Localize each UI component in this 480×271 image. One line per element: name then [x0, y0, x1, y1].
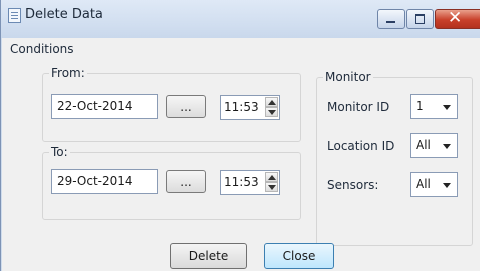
conditions-label: Conditions — [10, 42, 74, 56]
from-date-picker-button[interactable]: ... — [166, 95, 206, 118]
chevron-down-icon — [443, 105, 451, 110]
title-bar[interactable]: Delete Data ✕ — [1, 0, 480, 38]
from-date-field[interactable]: 22-Oct-2014 — [51, 94, 158, 119]
from-label: From: — [49, 66, 87, 80]
window-title: Delete Data — [25, 7, 103, 22]
table-window-icon — [8, 8, 21, 23]
maximize-icon — [415, 14, 425, 24]
close-button[interactable]: Close — [264, 243, 334, 269]
to-label: To: — [49, 145, 70, 159]
to-time-value: 11:53 — [224, 175, 259, 189]
to-time-up-button[interactable] — [265, 172, 278, 182]
maximize-button[interactable] — [406, 9, 434, 29]
chevron-down-icon — [443, 183, 451, 188]
minimize-icon — [386, 21, 395, 23]
delete-data-window: Delete Data ✕ Conditions From: 22-Oct-20… — [0, 0, 480, 271]
from-time-up-button[interactable] — [265, 97, 278, 107]
spin-up-icon — [268, 175, 276, 180]
sensors-label: Sensors: — [327, 178, 379, 192]
spin-up-icon — [268, 100, 276, 105]
location-id-select[interactable]: All — [410, 133, 458, 158]
sensors-value: All — [416, 177, 431, 191]
location-id-value: All — [416, 138, 431, 152]
from-time-field[interactable]: 11:53 — [220, 95, 280, 120]
spin-down-icon — [268, 185, 276, 190]
chevron-down-icon — [443, 144, 451, 149]
to-date-field[interactable]: 29-Oct-2014 — [51, 169, 158, 194]
to-time-field[interactable]: 11:53 — [220, 170, 280, 195]
spin-down-icon — [268, 110, 276, 115]
dialog-body: Conditions From: 22-Oct-2014 ... 11:53 T… — [2, 38, 480, 271]
from-time-down-button[interactable] — [265, 107, 278, 117]
monitor-label: Monitor — [323, 70, 373, 84]
to-time-down-button[interactable] — [265, 182, 278, 192]
sensors-select[interactable]: All — [410, 172, 458, 197]
close-icon: ✕ — [448, 8, 463, 28]
monitor-id-value: 1 — [416, 99, 424, 113]
to-date-picker-button[interactable]: ... — [166, 170, 206, 193]
from-time-value: 11:53 — [224, 100, 259, 114]
minimize-button[interactable] — [377, 9, 405, 29]
monitor-id-label: Monitor ID — [327, 100, 390, 114]
location-id-label: Location ID — [327, 139, 395, 153]
close-window-button[interactable]: ✕ — [435, 8, 480, 29]
delete-button[interactable]: Delete — [170, 243, 247, 269]
monitor-id-select[interactable]: 1 — [410, 94, 458, 119]
